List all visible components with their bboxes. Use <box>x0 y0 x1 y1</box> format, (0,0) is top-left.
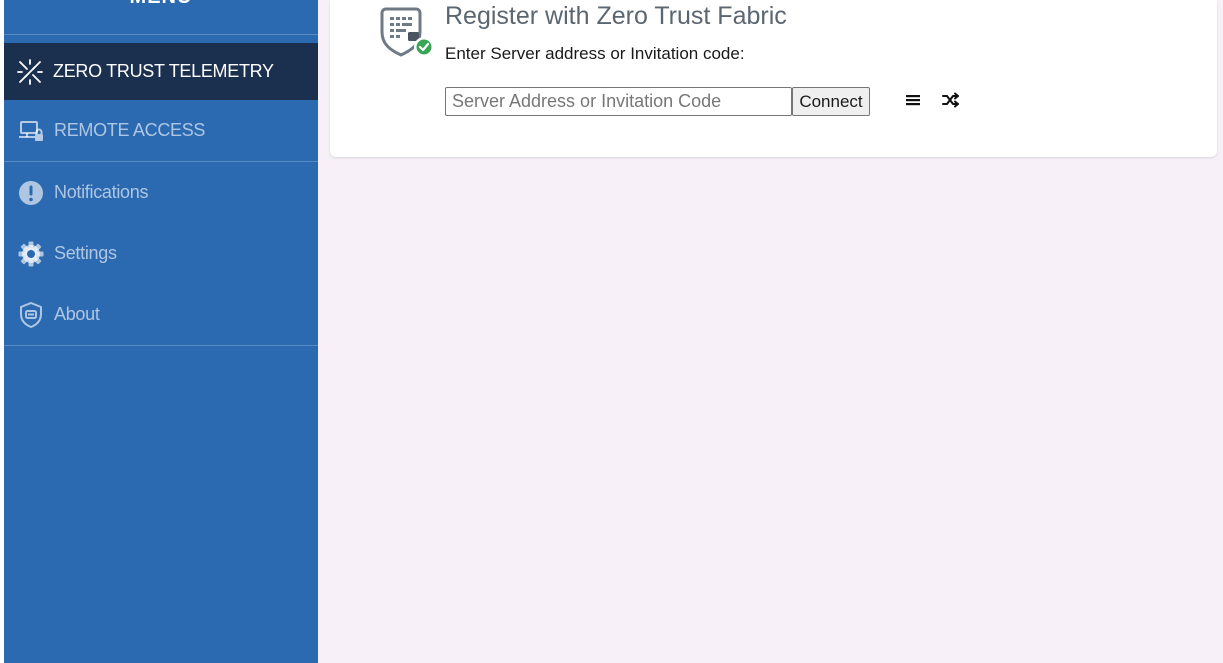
sidebar-item-about[interactable]: About <box>4 284 318 345</box>
telemetry-icon <box>15 57 45 87</box>
connect-button[interactable]: Connect <box>792 87 870 116</box>
sidebar-item-label: REMOTE ACCESS <box>54 120 206 140</box>
sidebar-item-zero-trust-telemetry[interactable]: ZERO TRUST TELEMETRY <box>4 43 318 100</box>
sidebar: MENU ZERO TRUST TELEMETRY <box>4 0 318 663</box>
gear-icon <box>16 239 46 269</box>
sidebar-header: MENU <box>4 0 318 35</box>
sidebar-item-notifications[interactable]: Notifications <box>4 162 318 223</box>
server-address-input[interactable] <box>445 87 792 116</box>
register-subtitle: Enter Server address or Invitation code: <box>445 44 745 63</box>
shuffle-icon[interactable] <box>940 89 962 111</box>
main-content: Register with Zero Trust Fabric Enter Se… <box>318 0 1223 663</box>
sidebar-item-label: ZERO TRUST TELEMETRY <box>53 61 274 81</box>
fabric-register-icon <box>380 4 438 60</box>
menu-icon[interactable] <box>902 89 924 111</box>
sidebar-header-title: MENU <box>4 0 318 9</box>
notification-icon <box>16 178 46 208</box>
sidebar-item-label: Notifications <box>54 182 149 202</box>
sidebar-item-label: Settings <box>54 243 117 263</box>
sidebar-item-remote-access[interactable]: REMOTE ACCESS <box>4 100 318 161</box>
register-card: Register with Zero Trust Fabric Enter Se… <box>330 0 1217 157</box>
register-title: Register with Zero Trust Fabric <box>445 2 787 30</box>
sidebar-item-settings[interactable]: Settings <box>4 223 318 284</box>
remote-access-icon <box>16 116 46 146</box>
shield-icon <box>16 300 46 330</box>
sidebar-divider <box>4 345 318 346</box>
sidebar-item-label: About <box>54 304 100 324</box>
